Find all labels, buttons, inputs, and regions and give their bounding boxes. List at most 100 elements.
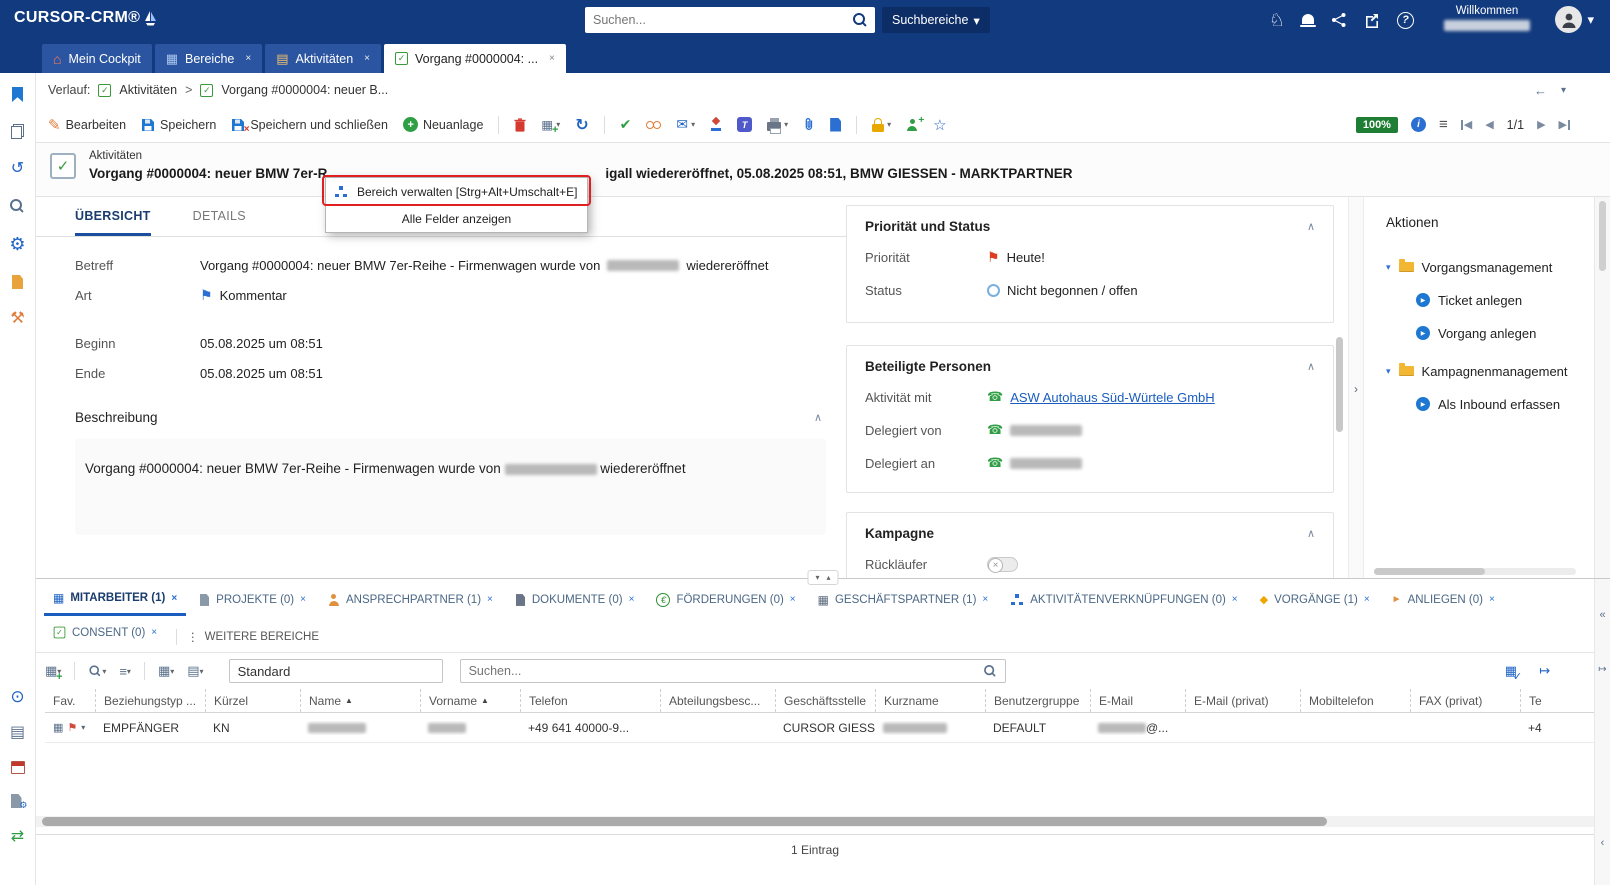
action-vorgang-anlegen[interactable]: ▶ Vorgang anlegen bbox=[1416, 322, 1592, 344]
main-vscrollbar-thumb[interactable] bbox=[1599, 201, 1606, 271]
grid-view-button[interactable]: ▦ ▾ bbox=[158, 663, 174, 679]
favorite-button[interactable]: ☆ bbox=[933, 116, 946, 134]
row-type-icon[interactable]: ▦ bbox=[53, 721, 63, 734]
column-header-fav[interactable]: Fav. bbox=[45, 689, 95, 712]
chevron-up-icon[interactable]: ▴ bbox=[827, 573, 831, 582]
breadcrumb-item-aktivitaeten[interactable]: Aktivitäten bbox=[119, 83, 177, 97]
column-header-geschaeftsstelle[interactable]: Geschäftsstelle bbox=[775, 689, 875, 712]
export-check-button[interactable]: ✔ bbox=[620, 116, 632, 133]
bottom-right-rail[interactable]: « ↦ ‹ bbox=[1594, 579, 1610, 885]
cards-scrollbar-thumb[interactable] bbox=[1336, 337, 1343, 432]
tab-dokumente[interactable]: DOKUMENTE (0) × bbox=[506, 593, 644, 615]
save-close-button[interactable]: × Speichern und schließen bbox=[231, 118, 388, 132]
close-icon[interactable]: × bbox=[364, 53, 370, 64]
column-header-email[interactable]: E-Mail bbox=[1090, 689, 1185, 712]
tab-aktivitaeten[interactable]: ▤ Aktivitäten × bbox=[265, 44, 381, 73]
pin-panel-button[interactable]: ↦ bbox=[1539, 663, 1550, 679]
first-record-button[interactable]: ◀ bbox=[1461, 118, 1472, 131]
column-header-abteilung[interactable]: Abteilungsbesc... bbox=[660, 689, 775, 712]
close-icon[interactable]: × bbox=[1364, 594, 1370, 605]
grid-add-button[interactable]: ▦+ ▾ bbox=[45, 663, 61, 679]
bookmark-icon[interactable] bbox=[12, 87, 23, 102]
refresh-button[interactable]: ↻ bbox=[575, 115, 588, 135]
close-icon[interactable]: × bbox=[151, 627, 157, 638]
collapse-chevron-icon[interactable]: ∧ bbox=[1307, 360, 1315, 373]
group-kampagnenmanagement[interactable]: ▾ Kampagnenmanagement bbox=[1386, 360, 1592, 382]
search-icon[interactable] bbox=[853, 13, 867, 27]
column-header-kuerzel[interactable]: Kürzel bbox=[205, 689, 300, 712]
menu-item-bereich-verwalten[interactable]: Bereich verwalten [Strg+Alt+Umschalt+E] bbox=[326, 178, 587, 205]
grid-rows-button[interactable]: ▤ ▾ bbox=[187, 663, 203, 679]
description-text[interactable]: Vorgang #0000004: neuer BMW 7er-Reihe - … bbox=[75, 439, 826, 535]
actions-hscrollbar-thumb[interactable] bbox=[1374, 568, 1485, 575]
column-header-email-privat[interactable]: E-Mail (privat) bbox=[1185, 689, 1300, 712]
column-header-beziehungstyp[interactable]: Beziehungstyp ... bbox=[95, 689, 205, 712]
more-areas-button[interactable]: ⋮ WEITERE BEREICHE bbox=[187, 630, 319, 644]
email-button[interactable]: ✉ ▾ bbox=[676, 116, 695, 133]
column-header-mobiltelefon[interactable]: Mobiltelefon bbox=[1300, 689, 1410, 712]
document-search-icon[interactable] bbox=[10, 199, 24, 213]
close-icon[interactable]: × bbox=[982, 594, 988, 605]
back-arrow-icon[interactable]: ← bbox=[1534, 83, 1547, 98]
history-icon[interactable]: ↺ bbox=[11, 161, 24, 177]
tools-icon[interactable]: ⚒ bbox=[10, 311, 24, 327]
collapse-chevron-icon[interactable]: ∧ bbox=[814, 411, 822, 424]
signature-button[interactable] bbox=[710, 118, 722, 131]
document-gear-icon[interactable]: ⚙ bbox=[11, 794, 25, 809]
share-icon[interactable] bbox=[1331, 12, 1347, 28]
next-record-button[interactable]: ▶ bbox=[1537, 118, 1545, 131]
tab-consent[interactable]: ✓ CONSENT (0) × bbox=[44, 626, 166, 647]
column-header-vorname[interactable]: Vorname▲ bbox=[420, 689, 520, 712]
column-header-benutzergruppe[interactable]: Benutzergruppe bbox=[985, 689, 1090, 712]
external-link-icon[interactable] bbox=[1364, 12, 1380, 28]
grid-search-input[interactable] bbox=[461, 664, 983, 678]
info-icon[interactable]: i bbox=[1411, 117, 1426, 132]
tab-mitarbeiter[interactable]: ▦ MITARBEITER (1) × bbox=[44, 591, 186, 616]
filter-table-button[interactable]: ▦✓ bbox=[1505, 663, 1517, 679]
breadcrumb-item-vorgang[interactable]: Vorgang #0000004: neuer B... bbox=[221, 83, 388, 97]
copy-pages-icon[interactable] bbox=[11, 124, 24, 139]
delete-button[interactable] bbox=[514, 118, 526, 132]
collapse-panel-handle[interactable]: › bbox=[1350, 375, 1362, 403]
gear-icon[interactable]: ⚙ bbox=[9, 235, 25, 253]
tab-projekte[interactable]: PROJEKTE (0) × bbox=[190, 593, 315, 615]
user-menu[interactable]: ▾ bbox=[1555, 6, 1594, 33]
chevron-left-icon[interactable]: ‹ bbox=[1595, 837, 1610, 849]
assign-user-button[interactable]: + bbox=[906, 119, 918, 131]
partner-link[interactable]: ASW Autohaus Süd-Würtele GmbH bbox=[1010, 390, 1214, 405]
table-row[interactable]: ▦ ⚑ ▾ EMPFÄNGER KN +49 641 40000-9... CU… bbox=[45, 713, 1595, 743]
close-icon[interactable]: × bbox=[300, 594, 306, 605]
attachment-button[interactable] bbox=[803, 117, 815, 132]
tab-vorgaenge[interactable]: ◆ VORGÄNGE (1) × bbox=[1251, 593, 1379, 614]
tab-ansprechpartner[interactable]: ANSPRECHPARTNER (1) × bbox=[319, 594, 502, 614]
chess-piece-icon[interactable]: ♘ bbox=[1269, 11, 1285, 29]
save-button[interactable]: Speichern bbox=[141, 118, 216, 132]
tab-uebersicht[interactable]: ÜBERSICHT bbox=[75, 209, 151, 236]
tab-details[interactable]: DETAILS bbox=[193, 209, 246, 236]
row-expand-caret[interactable]: ▾ bbox=[81, 723, 85, 732]
main-right-scrollrail[interactable] bbox=[1594, 197, 1610, 578]
close-icon[interactable]: × bbox=[1232, 594, 1238, 605]
menu-item-alle-felder-anzeigen[interactable]: Alle Felder anzeigen bbox=[326, 205, 587, 232]
close-icon[interactable]: × bbox=[629, 594, 635, 605]
sync-icon[interactable]: ⇄ bbox=[11, 829, 24, 845]
row-flag-icon[interactable]: ⚑ bbox=[67, 721, 77, 734]
global-search-input[interactable] bbox=[585, 13, 853, 27]
tab-bereiche[interactable]: ▦ Bereiche × bbox=[155, 44, 262, 73]
search-icon[interactable] bbox=[984, 665, 996, 677]
column-header-telefon[interactable]: Telefon bbox=[520, 689, 660, 712]
action-ticket-anlegen[interactable]: ▶ Ticket anlegen bbox=[1416, 289, 1592, 311]
eye-star-icon[interactable]: ⊙ bbox=[10, 688, 24, 705]
edit-button[interactable]: ✎ Bearbeiten bbox=[48, 116, 126, 134]
group-vorgangsmanagement[interactable]: ▾ Vorgangsmanagement bbox=[1386, 256, 1592, 278]
collapse-chevron-icon[interactable]: ∧ bbox=[1307, 527, 1315, 540]
tab-geschaeftspartner[interactable]: ▦ GESCHÄFTSPARTNER (1) × bbox=[809, 593, 998, 615]
tab-vorgang[interactable]: ✓ Vorgang #0000004: ... × bbox=[384, 44, 566, 73]
ruecklaeufer-toggle[interactable] bbox=[987, 557, 1018, 572]
pin-icon[interactable]: ↦ bbox=[1595, 664, 1610, 675]
collapse-left-icon[interactable]: « bbox=[1595, 609, 1610, 621]
teams-button[interactable]: T bbox=[737, 117, 752, 132]
last-record-button[interactable]: ▶ bbox=[1559, 118, 1570, 131]
chevron-down-icon[interactable]: ▾ bbox=[815, 573, 819, 582]
tab-aktivitaetenverknuepfungen[interactable]: AKTIVITÄTENVERKNÜPFUNGEN (0) × bbox=[1001, 594, 1246, 614]
